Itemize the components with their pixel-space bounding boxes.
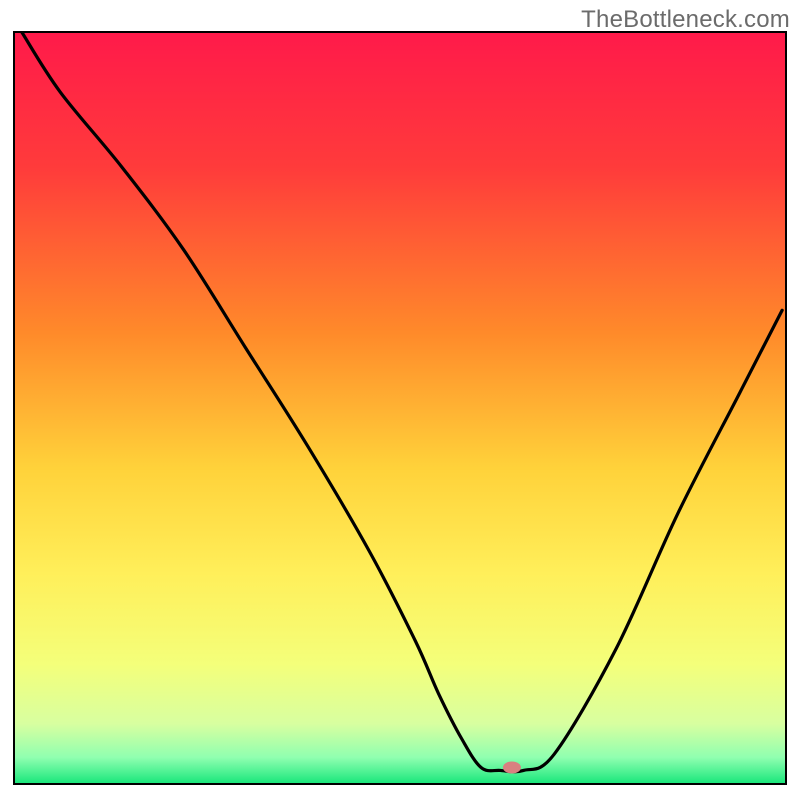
watermark-text: TheBottleneck.com [581, 6, 790, 34]
optimum-marker [503, 761, 521, 773]
bottleneck-chart [0, 0, 800, 800]
gradient-background [14, 32, 786, 784]
chart-container: TheBottleneck.com [0, 0, 800, 800]
